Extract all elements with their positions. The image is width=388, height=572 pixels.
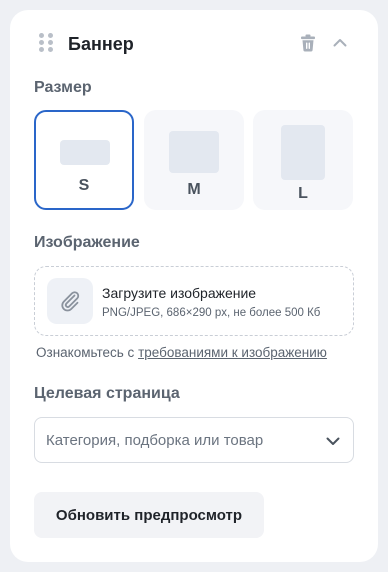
- size-preview-l: [281, 125, 325, 180]
- chevron-up-icon: [333, 39, 347, 47]
- delete-button[interactable]: [296, 31, 320, 55]
- size-option-l[interactable]: L: [253, 110, 353, 210]
- size-section-label: Размер: [34, 79, 92, 96]
- upload-hint: PNG/JPEG, 686×290 px, не более 500 Кб: [102, 307, 321, 319]
- size-option-label: S: [78, 177, 90, 194]
- image-upload-dropzone[interactable]: Загрузите изображение PNG/JPEG, 686×290 …: [34, 266, 354, 336]
- drag-handle-icon[interactable]: [39, 33, 53, 53]
- size-preview-s: [60, 140, 110, 165]
- target-page-select[interactable]: Категория, подборка или товар: [34, 417, 354, 463]
- paperclip-icon: [61, 291, 80, 312]
- image-section-label: Изображение: [34, 234, 140, 251]
- target-page-label: Целевая страница: [34, 385, 180, 402]
- upload-icon-box: [47, 278, 93, 324]
- trash-icon: [301, 34, 315, 52]
- collapse-button[interactable]: [328, 31, 352, 55]
- size-option-m[interactable]: M: [144, 110, 244, 210]
- requirements-note: Ознакомьтесь с требованиями к изображени…: [36, 344, 327, 362]
- card-header: Баннер: [10, 10, 378, 76]
- size-option-s[interactable]: S: [34, 110, 134, 210]
- upload-title: Загрузите изображение: [102, 285, 257, 301]
- requirements-prefix: Ознакомьтесь с: [36, 345, 139, 360]
- size-option-label: M: [187, 181, 201, 198]
- size-preview-m: [169, 131, 219, 173]
- requirements-link[interactable]: требованиями к изображению: [138, 345, 327, 360]
- size-option-label: L: [298, 185, 308, 202]
- chevron-down-icon: [326, 437, 340, 445]
- card-title: Баннер: [68, 34, 134, 54]
- target-page-placeholder: Категория, подборка или товар: [46, 432, 264, 449]
- refresh-preview-button[interactable]: Обновить предпросмотр: [34, 492, 264, 538]
- banner-settings-card: Баннер Размер S M L Изображение Загрузит…: [10, 10, 378, 562]
